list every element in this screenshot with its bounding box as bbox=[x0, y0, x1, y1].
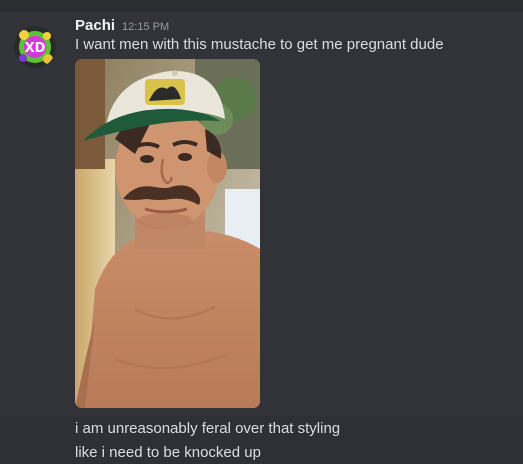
top-divider-strip bbox=[0, 0, 523, 12]
user-avatar[interactable]: XD bbox=[14, 26, 56, 68]
avatar-text: XD bbox=[25, 41, 46, 56]
message-text: I want men with this mustache to get me … bbox=[75, 36, 444, 53]
message-timestamp[interactable]: 12:15 PM bbox=[122, 21, 169, 33]
image-attachment[interactable] bbox=[75, 59, 260, 408]
followup-message: i am unreasonably feral over that stylin… bbox=[0, 416, 523, 440]
followup-message-text: i am unreasonably feral over that stylin… bbox=[75, 420, 341, 437]
message-header: Pachi 12:15 PM bbox=[75, 17, 169, 37]
chat-message: XD Pachi 12:15 PM I want men with this m… bbox=[0, 12, 523, 416]
username[interactable]: Pachi bbox=[75, 17, 115, 34]
followup-message: like i need to be knocked up bbox=[0, 440, 523, 464]
avatar-image: XD bbox=[14, 26, 56, 68]
followup-message-text: like i need to be knocked up bbox=[75, 444, 261, 461]
attachment-photo bbox=[75, 59, 260, 408]
